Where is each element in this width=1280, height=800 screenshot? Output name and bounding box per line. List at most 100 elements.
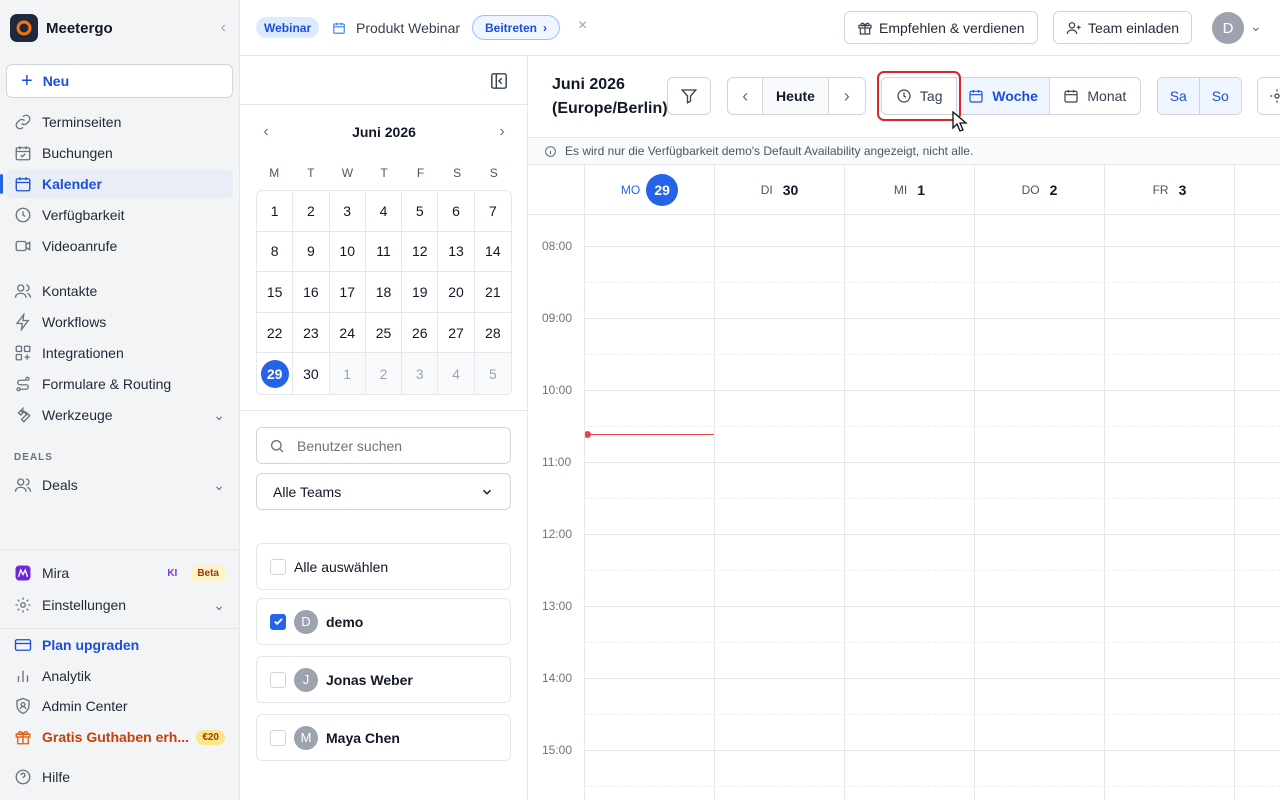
user-checkbox[interactable] <box>270 729 286 746</box>
mini-calendar-day[interactable]: 16 <box>293 272 330 313</box>
mini-calendar-day[interactable]: 25 <box>365 312 403 354</box>
mini-calendar-day[interactable]: 14 <box>474 232 511 273</box>
user-row-maya[interactable]: M Maya Chen <box>256 714 511 761</box>
sidebar-item-admin[interactable]: Admin Center <box>6 692 233 720</box>
mini-calendar-day[interactable]: 3 <box>402 353 439 394</box>
chevron-down-icon[interactable]: ⌄ <box>1250 18 1262 35</box>
sidebar-item-formulare[interactable]: Formulare & Routing <box>6 370 233 398</box>
select-all-checkbox[interactable] <box>270 558 286 575</box>
sidebar-item-analytik[interactable]: Analytik <box>6 662 233 690</box>
user-row-demo[interactable]: D demo <box>256 598 511 645</box>
mini-calendar-day[interactable]: 12 <box>402 231 439 273</box>
mini-calendar-day[interactable]: 1 <box>257 191 294 232</box>
user-row-jonas[interactable]: J Jonas Weber <box>256 656 511 703</box>
close-icon[interactable]: × <box>578 17 587 35</box>
mini-calendar-day[interactable]: 4 <box>438 353 475 394</box>
user-checkbox[interactable] <box>270 671 286 688</box>
settings-button[interactable] <box>1257 77 1280 115</box>
mini-calendar-day[interactable]: 13 <box>438 231 475 273</box>
collapse-sidebar-icon[interactable]: ‹ <box>221 19 226 37</box>
brand-name: Meetergo <box>46 19 113 37</box>
mini-calendar-day[interactable]: 2 <box>293 191 330 232</box>
mini-calendar-day[interactable]: 7 <box>474 191 511 232</box>
mini-calendar-day[interactable]: 30 <box>293 353 330 394</box>
mini-calendar-day[interactable]: 10 <box>329 231 366 273</box>
mini-calendar-month: Juni 2026 <box>352 124 416 140</box>
sidebar-item-mira[interactable]: Mira KI Beta <box>6 559 233 587</box>
join-button[interactable]: Beitreten › <box>472 15 561 40</box>
mini-calendar-day[interactable]: 27 <box>438 312 475 354</box>
mini-calendar-day[interactable]: 20 <box>438 272 475 313</box>
next-month-icon[interactable]: › <box>492 123 512 141</box>
mini-calendar-day[interactable]: 18 <box>365 272 403 313</box>
mini-calendar-day[interactable]: 9 <box>293 231 330 273</box>
mini-calendar-day[interactable]: 24 <box>329 312 366 354</box>
sidebar-item-videoanrufe[interactable]: Videoanrufe <box>6 232 233 260</box>
bar-chart-icon <box>17 670 29 682</box>
mini-calendar-day[interactable]: 11 <box>365 231 403 273</box>
invite-team-button[interactable]: Team einladen <box>1053 11 1193 44</box>
sidebar-item-einstellungen[interactable]: Einstellungen ⌄ <box>6 591 233 619</box>
prev-week-button[interactable]: ‹ <box>728 78 764 114</box>
sidebar-item-werkzeuge[interactable]: Werkzeuge ⌄ <box>6 401 233 429</box>
select-all-row[interactable]: Alle auswählen <box>256 543 511 590</box>
user-checkbox[interactable] <box>270 613 286 630</box>
user-avatar[interactable]: D <box>1212 12 1244 44</box>
saturday-toggle[interactable]: Sa <box>1158 78 1200 114</box>
sidebar-item-kalender[interactable]: Kalender <box>0 170 233 198</box>
refer-button[interactable]: Empfehlen & verdienen <box>844 11 1038 44</box>
search-input[interactable] <box>297 437 497 454</box>
sidebar-item-deals[interactable]: Deals ⌄ <box>6 471 233 499</box>
sidebar-item-kontakte[interactable]: Kontakte <box>6 277 233 305</box>
mini-calendar-day[interactable]: 2 <box>365 353 403 394</box>
mini-calendar-day[interactable]: 6 <box>438 191 475 232</box>
sidebar-item-workflows[interactable]: Workflows <box>6 308 233 336</box>
mini-calendar-day[interactable]: 28 <box>474 313 511 354</box>
current-time-line <box>588 434 714 435</box>
mini-calendar-day[interactable]: 17 <box>329 272 366 313</box>
sidebar-item-upgrade[interactable]: Plan upgraden <box>6 631 233 659</box>
info-icon <box>545 145 556 157</box>
sidebar-item-hilfe[interactable]: Hilfe <box>6 763 233 791</box>
mini-calendar-day[interactable]: 22 <box>257 312 294 354</box>
mini-calendar-day[interactable]: 5 <box>402 191 439 232</box>
next-week-button[interactable]: › <box>829 78 865 114</box>
mini-calendar-day[interactable]: 26 <box>402 312 439 354</box>
mini-calendar-day[interactable]: 3 <box>329 191 366 232</box>
sidebar-item-label: Gratis Guthaben erh... <box>42 729 190 745</box>
day-column-header[interactable]: MI 1 <box>844 165 974 215</box>
day-column-header[interactable]: DO 2 <box>974 165 1104 215</box>
webinar-title: Produkt Webinar <box>332 17 460 39</box>
mini-calendar-day[interactable]: 29 <box>257 353 294 394</box>
mini-calendar-day[interactable]: 15 <box>257 272 294 313</box>
mini-calendar-day[interactable]: 1 <box>329 353 366 394</box>
day-column-header[interactable]: FR 3 <box>1104 165 1234 215</box>
brand[interactable]: Meetergo ‹ <box>10 13 230 43</box>
sunday-toggle[interactable]: So <box>1199 78 1241 114</box>
mini-calendar-day[interactable]: 5 <box>474 353 511 394</box>
sidebar-item-integrationen[interactable]: Integrationen <box>6 339 233 367</box>
sidebar-item-buchungen[interactable]: Buchungen <box>6 139 233 167</box>
filter-button[interactable] <box>667 77 711 115</box>
sidebar-item-gratis-guthaben[interactable]: Gratis Guthaben erh... €20 <box>6 723 233 751</box>
team-select[interactable]: Alle Teams <box>256 473 511 510</box>
mini-calendar-day[interactable]: 4 <box>365 191 403 232</box>
day-column-header[interactable]: DI 30 <box>714 165 844 215</box>
mini-calendar-day[interactable]: 8 <box>257 231 294 273</box>
sidebar-item-terminseiten[interactable]: Terminseiten <box>6 108 233 136</box>
weekday-header: MTWTFSS <box>256 166 512 180</box>
panel-toggle-icon[interactable] <box>490 72 508 90</box>
user-search[interactable] <box>256 427 511 464</box>
day-column-header[interactable]: S <box>1234 165 1280 215</box>
prev-month-icon[interactable]: ‹ <box>256 123 276 141</box>
mini-calendar-day[interactable]: 23 <box>293 312 330 354</box>
mini-calendar-day[interactable]: 19 <box>402 272 439 313</box>
sidebar-item-verfuegbarkeit[interactable]: Verfügbarkeit <box>6 201 233 229</box>
new-button[interactable]: + Neu <box>6 64 233 98</box>
view-week-button[interactable]: Woche <box>957 78 1050 114</box>
time-grid[interactable]: 08:00 09:00 10:00 11:00 12:00 13:00 14:00 15:00 <box>528 215 1280 800</box>
today-button[interactable]: Heute <box>763 78 829 114</box>
day-column-header[interactable]: MO 29 <box>584 165 714 215</box>
mini-calendar-day[interactable]: 21 <box>474 272 511 313</box>
view-month-button[interactable]: Monat <box>1050 78 1140 114</box>
